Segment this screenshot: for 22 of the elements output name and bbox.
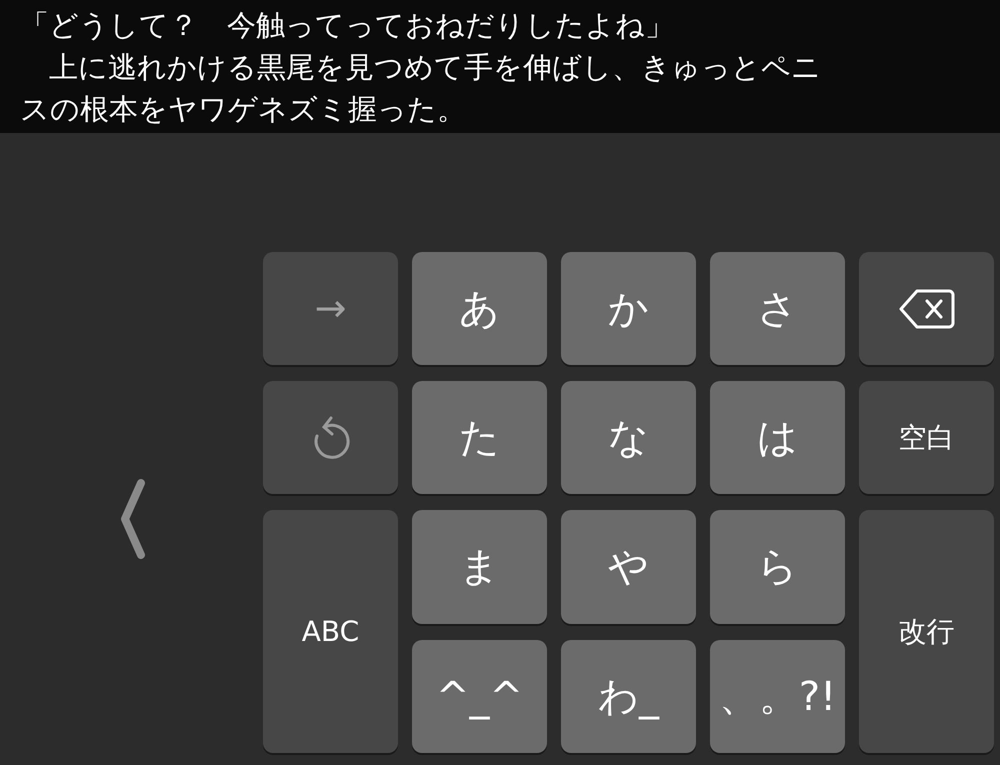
kana-key[interactable]: 、。?! (710, 640, 845, 753)
kana-key[interactable]: さ (710, 252, 845, 365)
function-key[interactable]: 空白 (859, 381, 994, 494)
function-key[interactable]: ABC (263, 510, 398, 753)
kana-key[interactable]: た (412, 381, 547, 494)
function-key[interactable]: 改行 (859, 510, 994, 753)
kana-key[interactable]: か (561, 252, 696, 365)
kana-key[interactable]: は (710, 381, 845, 494)
kana-key[interactable]: あ (412, 252, 547, 365)
delete-button[interactable] (859, 252, 994, 365)
kana-key[interactable]: ま (412, 510, 547, 624)
function-key[interactable]: → (263, 252, 398, 365)
kana-key[interactable]: や (561, 510, 696, 624)
kana-key[interactable]: な (561, 381, 696, 494)
kana-key[interactable]: わ_ (561, 640, 696, 753)
text-line: スの根本をヤワゲネズミ握った。 (20, 91, 467, 128)
undo-button[interactable] (263, 381, 398, 494)
kana-key[interactable]: ら (710, 510, 845, 624)
delete-icon (898, 288, 954, 330)
kana-key[interactable]: ^_^ (412, 640, 547, 753)
text-line: 上に逃れかける黒尾を見つめて手を伸ばし、きゅっとペニ (48, 49, 822, 86)
text-line: 「どうして？ 今触ってっておねだりしたよね」 (20, 7, 675, 44)
